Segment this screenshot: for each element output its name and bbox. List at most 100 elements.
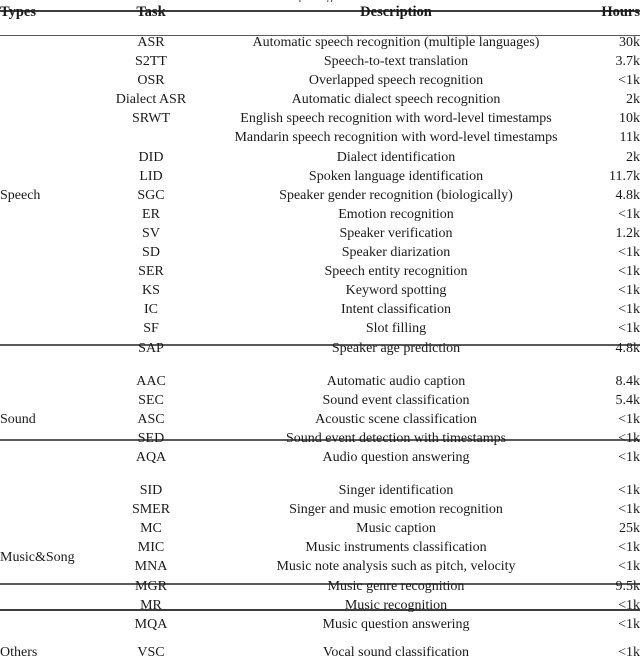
hours-cell: 4.8k (615, 340, 640, 356)
task-cell: ASR (137, 35, 165, 50)
description-cell: Music recognition (344, 597, 448, 613)
description-cell: Speaker diarization (341, 245, 451, 261)
description-cell: Vocal sound classification (323, 644, 469, 660)
description-cell: English speech recognition with word-lev… (240, 111, 552, 127)
hours-cell: <1k (618, 411, 640, 427)
description-cell: Overlapped speech recognition (308, 73, 484, 89)
description-cell: Acoustic scene classification (315, 411, 477, 427)
row-spacer-cell (0, 467, 640, 474)
task-cell: IC (144, 302, 158, 318)
task-cell: MIC (137, 540, 165, 556)
table-body: Speech ASR Automatic speech recognition (m… (0, 25, 640, 665)
description-cell: Music note analysis such as pitch, veloc… (276, 559, 516, 575)
task-cell: MNA (134, 559, 168, 575)
section-label-others: Others (0, 644, 38, 660)
task-cell: SED (137, 430, 165, 446)
description-cell: Music instruments classification (305, 540, 487, 556)
description-cell: Dialect identification (336, 149, 456, 165)
hours-cell: <1k (618, 502, 640, 518)
description-cell: Automatic speech recognition (multiple l… (252, 35, 540, 50)
task-cell: SD (142, 245, 160, 261)
description-cell: Sound event detection with timestamps (285, 430, 507, 446)
hours-cell: <1k (618, 321, 640, 337)
task-cell: SF (143, 321, 159, 337)
hours-cell: <1k (618, 540, 640, 556)
description-cell: Audio question answering (322, 449, 470, 465)
hours-cell: 11k (619, 130, 640, 146)
task-cell: S2TT (135, 54, 167, 70)
hours-cell: 10k (619, 111, 640, 127)
description-cell: Speaker gender recognition (biologically… (279, 187, 513, 203)
hours-cell: 2k (626, 149, 640, 165)
table-row: Others VSC Vocal sound classification <1k (0, 641, 640, 665)
description-cell: Keyword spotting (345, 283, 447, 299)
task-cell: SMER (131, 502, 171, 518)
task-cell: LID (139, 168, 163, 184)
table-figure: pmoisgni Types Task Description Hours Sp… (0, 0, 640, 660)
description-cell: Sound event classification (322, 392, 470, 408)
column-header-hours: Hours (601, 4, 640, 20)
description-cell: Automatic dialect speech recognition (291, 92, 501, 108)
description-cell: Singer identification (338, 483, 454, 499)
row-spacer (0, 474, 640, 481)
task-cell: SER (138, 264, 164, 280)
row-spacer (0, 25, 640, 33)
hours-cell: <1k (618, 483, 640, 499)
table-row: Speech ASR Automatic speech recognition (m… (0, 33, 640, 203)
hours-cell: <1k (618, 73, 640, 89)
hours-cell: <1k (618, 206, 640, 222)
table-row: Music&Song SID Singer identification <1k (0, 481, 640, 565)
hours-cell: <1k (618, 264, 640, 280)
task-cell: MR (140, 597, 162, 613)
hours-cell: 4.8k (615, 187, 640, 203)
column-header-types: Types (0, 4, 36, 20)
task-cell: DID (138, 149, 164, 165)
task-overview-table: Types Task Description Hours Speech ASR Au… (0, 0, 640, 665)
row-spacer-cell (0, 634, 640, 641)
column-header-task: Task (136, 4, 166, 20)
task-cell: SRWT (131, 111, 171, 127)
hours-cell: <1k (618, 559, 640, 575)
task-cell: MC (140, 521, 162, 537)
table-row: Sound AAC Automatic audio caption 8.4k (0, 372, 640, 427)
task-cell: SGC (137, 187, 165, 203)
description-cell: Speech entity recognition (324, 264, 468, 280)
task-cell: ASC (137, 411, 165, 427)
description-cell: Music genre recognition (327, 578, 465, 594)
description-cell: Speech-to-text translation (323, 54, 469, 70)
hours-cell: <1k (618, 245, 640, 261)
description-cell: Intent classification (340, 302, 452, 318)
hours-cell: 11.7k (609, 168, 640, 184)
task-cell: AQA (135, 449, 167, 465)
task-cell: SID (139, 483, 163, 499)
description-cell: Emotion recognition (338, 206, 454, 222)
hours-cell: <1k (618, 449, 640, 465)
hours-cell: <1k (618, 283, 640, 299)
description-cell: Spoken language identification (308, 168, 484, 184)
description-cell: Mandarin speech recognition with word-le… (234, 130, 558, 146)
row-spacer (0, 467, 640, 474)
task-cell (108, 128, 194, 147)
task-cell: SEC (138, 392, 164, 408)
header-row: Types Task Description Hours (0, 0, 640, 25)
hours-cell: 30k (619, 35, 640, 50)
row-spacer (0, 358, 640, 365)
section-label-sound: Sound (0, 411, 36, 427)
row-spacer (0, 365, 640, 372)
description-cell: Music caption (356, 521, 436, 537)
description-cell: Speaker age prediction (331, 340, 461, 356)
task-cell: SV (142, 225, 160, 241)
column-header-description: Description (360, 4, 432, 20)
task-cell: Dialect ASR (115, 92, 187, 108)
row-spacer-cell (0, 25, 640, 33)
section-label-music-song: Music&Song (0, 549, 75, 565)
row-spacer-cell (0, 358, 640, 365)
description-cell: Slot filling (365, 321, 427, 337)
hours-cell: 1.2k (615, 225, 640, 241)
hours-cell: 2k (626, 92, 640, 108)
task-cell: KS (142, 283, 160, 299)
description-cell: Automatic audio caption (326, 373, 466, 389)
row-spacer (0, 634, 640, 641)
task-cell: ER (142, 206, 160, 222)
task-cell: MGR (135, 578, 167, 594)
